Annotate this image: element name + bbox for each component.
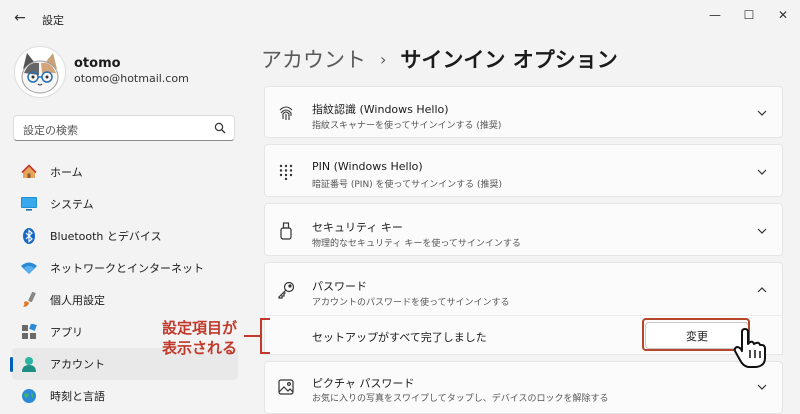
sidebar-item-label: アプリ xyxy=(50,326,83,339)
sidebar-item-label: 個人用設定 xyxy=(50,294,105,307)
card-title: 指紋認識 (Windows Hello) xyxy=(312,103,449,116)
search-placeholder: 設定の検索 xyxy=(23,124,78,137)
breadcrumb-parent[interactable]: アカウント xyxy=(261,44,366,74)
close-icon[interactable]: ✕ xyxy=(766,4,800,26)
chevron-down-icon[interactable] xyxy=(756,107,768,119)
chevron-down-icon[interactable] xyxy=(756,166,768,178)
sidebar-item-label: 時刻と言語 xyxy=(50,390,105,403)
annotation-line-2: 表示される xyxy=(162,339,238,357)
brush-icon xyxy=(20,291,38,309)
page-title: サインイン オプション xyxy=(400,48,618,72)
card-title: ピクチャ パスワード xyxy=(312,377,415,390)
card-subtitle: アカウントのパスワードを使ってサインインする xyxy=(312,298,510,308)
sidebar-item-network[interactable]: ネットワークとインターネット xyxy=(12,252,238,284)
picture-password-card[interactable]: ピクチャ パスワード お気に入りの写真をスワイプしてタップし、デバイスのロックを… xyxy=(264,361,783,414)
chevron-down-icon[interactable] xyxy=(756,381,768,393)
sidebar-item-label: ネットワークとインターネット xyxy=(50,262,204,275)
card-title: セキュリティ キー xyxy=(312,221,403,234)
sidebar-item-label: Bluetooth とデバイス xyxy=(50,230,162,243)
card-subtitle: 暗証番号 (PIN) を使ってサインインする (推奨) xyxy=(312,180,502,190)
user-email: otomo@hotmail.com xyxy=(74,72,189,85)
wifi-icon xyxy=(20,259,38,277)
fingerprint-card[interactable]: 指紋認識 (Windows Hello) 指紋スキャナーを使ってサインインする … xyxy=(264,86,783,138)
pin-keypad-icon xyxy=(277,163,295,181)
card-title: PIN (Windows Hello) xyxy=(312,160,423,173)
avatar[interactable] xyxy=(14,46,66,98)
app-title: 設定 xyxy=(42,14,64,27)
annotation-callout: 設定項目が 表示される xyxy=(162,318,242,358)
account-icon xyxy=(20,355,38,373)
sidebar-item-label: システム xyxy=(50,198,94,211)
annotation-bracket xyxy=(260,318,270,354)
card-subtitle: 指紋スキャナーを使ってサインインする (推奨) xyxy=(312,121,502,131)
nav-list: ホーム システム Bluetooth とデバイス ネットワークとインターネット … xyxy=(10,156,238,412)
security-key-icon xyxy=(277,222,295,240)
search-input[interactable]: 設定の検索 xyxy=(13,115,235,141)
chevron-down-icon[interactable] xyxy=(756,225,768,237)
pin-card[interactable]: PIN (Windows Hello) 暗証番号 (PIN) を使ってサインイン… xyxy=(264,144,783,197)
fingerprint-icon xyxy=(277,104,295,122)
sidebar-item-bluetooth[interactable]: Bluetooth とデバイス xyxy=(12,220,238,252)
sidebar-item-label: ホーム xyxy=(50,166,83,179)
breadcrumb-separator: › xyxy=(380,49,387,69)
system-icon xyxy=(20,195,38,213)
globe-icon xyxy=(20,387,38,405)
user-name: otomo xyxy=(74,56,121,71)
bluetooth-icon xyxy=(20,227,38,245)
chevron-up-icon[interactable] xyxy=(756,284,768,296)
picture-icon xyxy=(277,378,295,396)
title-bar: ← 設定 — ☐ ✕ xyxy=(0,0,800,38)
key-icon xyxy=(277,281,295,299)
back-arrow-icon[interactable]: ← xyxy=(10,8,30,28)
minimize-icon[interactable]: — xyxy=(698,4,732,26)
card-title: パスワード xyxy=(312,280,367,293)
apps-icon xyxy=(20,323,38,341)
card-subtitle: 物理的なセキュリティ キーを使ってサインインする xyxy=(312,239,521,249)
password-card[interactable]: パスワード アカウントのパスワードを使ってサインインする xyxy=(264,262,783,316)
hand-cursor-icon xyxy=(733,328,766,368)
security-key-card[interactable]: セキュリティ キー 物理的なセキュリティ キーを使ってサインインする xyxy=(264,203,783,256)
annotation-connector xyxy=(244,335,260,337)
maximize-icon[interactable]: ☐ xyxy=(732,4,766,26)
sidebar-item-system[interactable]: システム xyxy=(12,188,238,220)
card-subtitle: お気に入りの写真をスワイプしてタップし、デバイスのロックを解除する xyxy=(312,394,609,404)
sidebar-item-label: アカウント xyxy=(50,358,105,371)
sidebar-item-personalization[interactable]: 個人用設定 xyxy=(12,284,238,316)
password-status: セットアップがすべて完了しました xyxy=(312,331,487,344)
annotation-line-1: 設定項目が xyxy=(162,319,238,337)
sidebar-item-home[interactable]: ホーム xyxy=(12,156,238,188)
breadcrumb: アカウント › サインイン オプション xyxy=(261,44,618,74)
search-icon[interactable] xyxy=(214,122,226,134)
sidebar-item-time-language[interactable]: 時刻と言語 xyxy=(12,380,238,412)
home-icon xyxy=(20,163,38,181)
